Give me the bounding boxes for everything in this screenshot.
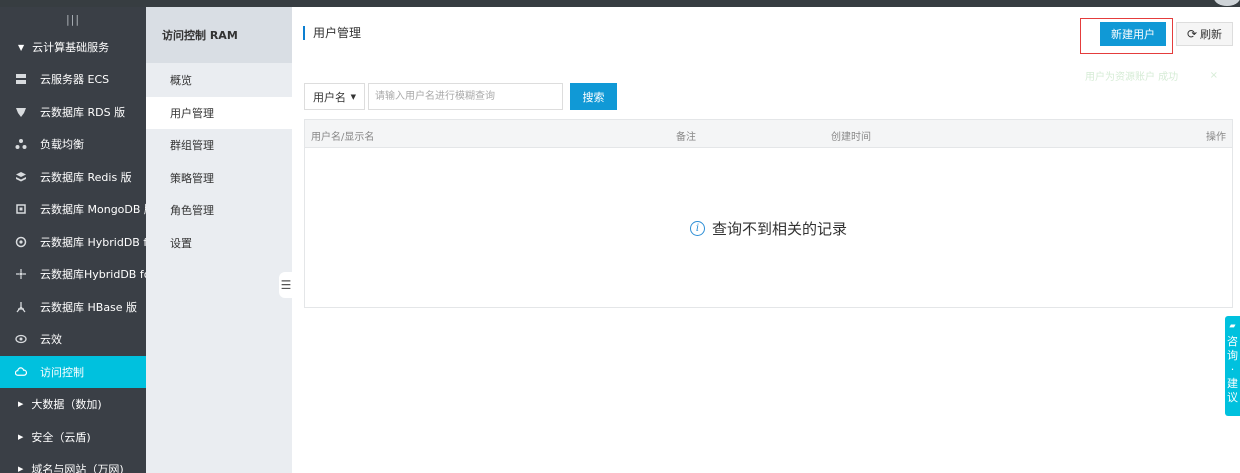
sidebar-item-ram[interactable]: 访问控制 — [0, 355, 146, 388]
sidebar-item-hybriddb-2[interactable]: 云数据库HybridDB for... — [0, 258, 146, 291]
hbase-icon — [15, 301, 27, 313]
column-header-remark: 备注 — [676, 132, 696, 143]
sidebar-group-security[interactable]: ▶ 安全（云盾) — [0, 421, 146, 454]
sidebar-group-label: 云计算基础服务 — [32, 41, 110, 54]
caret-right-icon: ▶ — [18, 432, 24, 441]
subnav-item-settings[interactable]: 设置 — [146, 227, 292, 260]
close-icon[interactable]: × — [1210, 70, 1218, 81]
menu-collapse-icon[interactable]: ||| — [0, 7, 146, 31]
sidebar-item-label: 云数据库 MongoDB 版 — [40, 203, 146, 217]
sidebar-item-label: 云效 — [40, 333, 62, 347]
sidebar-item-label: 访问控制 — [40, 365, 84, 379]
subnav-item-groups[interactable]: 群组管理 — [146, 129, 292, 162]
sidebar-item-hbase[interactable]: 云数据库 HBase 版 — [0, 291, 146, 324]
sidebar-item-label: 云数据库 Redis 版 — [40, 170, 132, 184]
search-bar: 用户名 ▼ 搜索 — [304, 83, 617, 110]
refresh-icon: ⟳ — [1186, 27, 1198, 41]
hybriddb2-icon — [15, 268, 27, 280]
new-user-button[interactable]: 新建用户 — [1100, 22, 1166, 46]
cloud-icon — [15, 366, 27, 378]
feedback-char: 咨 — [1227, 335, 1238, 348]
sidebar-item-redis[interactable]: 云数据库 Redis 版 — [0, 161, 146, 194]
database-icon — [15, 106, 27, 118]
sidebar-group-label: 大数据（数加) — [31, 398, 102, 412]
caret-down-icon: ▼ — [18, 42, 25, 52]
feedback-char: · — [1230, 363, 1235, 376]
chevron-down-icon: ▼ — [350, 92, 356, 101]
sidebar-group-label: 域名与网站（万网) — [31, 463, 124, 473]
subnav-toggle-icon[interactable]: ☰ — [279, 272, 293, 298]
sidebar-group-domain[interactable]: ▶ 域名与网站（万网) — [0, 453, 146, 473]
sidebar-item-slb[interactable]: 负载均衡 — [0, 128, 146, 161]
sidebar-group-bigdata[interactable]: ▶ 大数据（数加) — [0, 388, 146, 421]
column-header-username: 用户名/显示名 — [311, 132, 375, 143]
select-value: 用户名 — [313, 90, 346, 104]
feedback-tab[interactable]: ▰ 咨 询 · 建 议 — [1225, 316, 1240, 416]
sidebar-item-label: 负载均衡 — [40, 138, 84, 152]
sidebar-group-cloud-basic[interactable]: ▼ 云计算基础服务 — [0, 31, 146, 63]
sidebar-item-label: 云服务器 ECS — [40, 73, 110, 87]
toast-text: 用户为资源账户 成功 — [1085, 71, 1179, 83]
product-sidebar: ||| ▼ 云计算基础服务 云服务器 ECS 云数据库 RDS 版 负载均衡 云… — [0, 7, 146, 473]
chat-icon: ▰ — [1229, 321, 1236, 330]
main-content: 用户管理 新建用户 ⟳ 刷新 用户为资源账户 成功 × 用户名 ▼ 搜索 用户名… — [292, 7, 1240, 473]
subnav-title: 访问控制 RAM — [146, 7, 292, 63]
ram-subnav: 访问控制 RAM 概览 用户管理 群组管理 策略管理 角色管理 设置 ☰ — [146, 7, 293, 473]
feedback-char: 议 — [1227, 391, 1238, 404]
search-input[interactable] — [368, 83, 563, 110]
refresh-label: 刷新 — [1200, 28, 1223, 41]
sidebar-item-label: 云数据库 HBase 版 — [40, 300, 138, 314]
subnav-item-overview[interactable]: 概览 — [146, 64, 292, 97]
refresh-button[interactable]: ⟳ 刷新 — [1176, 22, 1233, 46]
info-icon: i — [689, 220, 705, 236]
server-icon — [15, 73, 27, 85]
search-button[interactable]: 搜索 — [570, 83, 617, 110]
page-title: 用户管理 — [303, 26, 361, 40]
mongodb-icon — [15, 203, 27, 215]
caret-right-icon: ▶ — [18, 465, 24, 473]
sidebar-item-ecs[interactable]: 云服务器 ECS — [0, 63, 146, 96]
sidebar-group-label: 安全（云盾) — [31, 430, 91, 444]
sidebar-item-label: 云数据库 HybridDB fo... — [40, 235, 146, 249]
devops-icon — [15, 333, 27, 345]
empty-text: 查询不到相关的记录 — [711, 219, 847, 238]
success-toast: 用户为资源账户 成功 × — [1077, 63, 1232, 87]
sidebar-item-label: 云数据库HybridDB for... — [40, 268, 146, 282]
users-table: 用户名/显示名 备注 创建时间 操作 i 查询不到相关的记录 — [304, 119, 1233, 308]
hybriddb-icon — [15, 236, 27, 248]
sidebar-item-rds[interactable]: 云数据库 RDS 版 — [0, 96, 146, 129]
sidebar-item-mongodb[interactable]: 云数据库 MongoDB 版 — [0, 193, 146, 226]
feedback-char: 建 — [1227, 377, 1238, 390]
redis-icon — [15, 171, 27, 183]
feedback-char: 询 — [1227, 349, 1238, 362]
caret-right-icon: ▶ — [18, 400, 24, 409]
subnav-item-roles[interactable]: 角色管理 — [146, 194, 292, 227]
search-field-select[interactable]: 用户名 ▼ — [304, 83, 365, 110]
top-bar — [0, 0, 1240, 7]
subnav-item-users[interactable]: 用户管理 — [146, 96, 292, 129]
sidebar-item-devops[interactable]: 云效 — [0, 323, 146, 356]
empty-state: i 查询不到相关的记录 — [305, 148, 1232, 308]
sidebar-item-label: 云数据库 RDS 版 — [40, 105, 126, 119]
sidebar-item-hybriddb[interactable]: 云数据库 HybridDB fo... — [0, 226, 146, 259]
load-balancer-icon — [15, 138, 27, 150]
column-header-actions: 操作 — [1206, 132, 1226, 143]
subnav-item-policies[interactable]: 策略管理 — [146, 162, 292, 195]
table-header: 用户名/显示名 备注 创建时间 操作 — [305, 120, 1232, 148]
avatar[interactable] — [1214, 0, 1240, 6]
column-header-created: 创建时间 — [831, 132, 871, 143]
